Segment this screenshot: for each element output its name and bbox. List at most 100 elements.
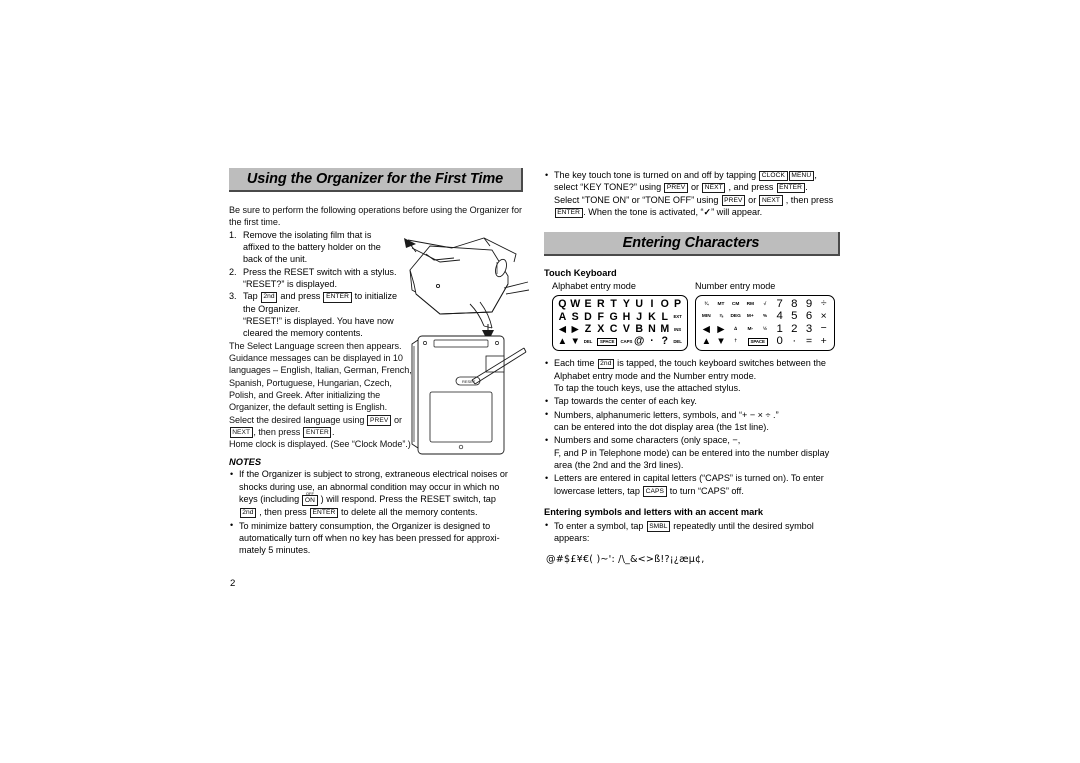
kb-num-key-deg[interactable]: DEG bbox=[730, 314, 740, 319]
kb-num-key-dagger-icon[interactable]: † bbox=[734, 339, 737, 344]
kb-key-u[interactable]: U bbox=[635, 299, 643, 310]
kb-key-e[interactable]: E bbox=[584, 299, 591, 310]
kb-num-key-decimal[interactable]: · bbox=[792, 335, 796, 347]
symbol-string: @#$£¥€( )~': /\_&<>ß!?¡¿æµ¢, bbox=[546, 554, 705, 566]
kb-num-key-cm[interactable]: CM bbox=[732, 302, 739, 307]
note2-line-2: automatically turn off when no key has b… bbox=[239, 532, 500, 543]
kb-key-down-arrow-icon[interactable]: ▼ bbox=[570, 337, 580, 347]
kb-num-key-percent[interactable]: % bbox=[763, 314, 767, 319]
key-enter-language[interactable]: ENTER bbox=[303, 427, 332, 438]
kb-key-at[interactable]: @ bbox=[634, 336, 644, 347]
key-2nd-note[interactable]: 2nd bbox=[239, 507, 257, 519]
kb-key-w[interactable]: W bbox=[570, 299, 580, 310]
kb-num-key-space[interactable]: SPACE bbox=[747, 337, 768, 346]
key-2nd[interactable]: 2nd bbox=[260, 291, 278, 303]
key-next-tone[interactable]: NEXT bbox=[702, 182, 726, 194]
kb-num-key-4[interactable]: 4 bbox=[776, 310, 782, 322]
kb-num-key-minus[interactable]: − bbox=[821, 323, 827, 334]
kb-key-del-left[interactable]: DEL bbox=[584, 339, 593, 344]
kb-num-key-8[interactable]: 8 bbox=[791, 298, 797, 310]
kb-num-key-up-arrow-icon[interactable]: ▲ bbox=[702, 337, 712, 347]
kb-num-key-rm[interactable]: RM bbox=[747, 302, 754, 307]
kb-num-key-2[interactable]: 2 bbox=[791, 323, 797, 335]
kb-num-key-frac3[interactable]: ½ bbox=[763, 327, 767, 332]
kb-key-c[interactable]: C bbox=[610, 324, 618, 335]
kb-key-up-arrow-icon[interactable]: ▲ bbox=[558, 337, 568, 347]
kb-num-key-left-arrow-icon[interactable]: ◀ bbox=[703, 324, 710, 335]
kb-key-right-arrow-icon[interactable]: ▶ bbox=[572, 324, 579, 335]
kb-num-key-delta-icon[interactable]: ∆ bbox=[734, 327, 737, 332]
keytone-line-1-prefix: The key touch tone is turned on and off … bbox=[554, 170, 759, 180]
kb-num-key-plus[interactable]: + bbox=[821, 336, 827, 347]
alphabet-keyboard-frame[interactable]: Q W E R T Y U I O P A S D F G H J K L EX… bbox=[552, 294, 688, 352]
touch-keyboard-diagrams: Alphabet entry mode Q W E R T Y U I O P … bbox=[544, 281, 840, 352]
kb-num-key-mminus[interactable]: M- bbox=[748, 327, 754, 332]
kb-num-key-divide[interactable]: ÷ bbox=[821, 298, 827, 309]
kb-num-key-multiply[interactable]: × bbox=[821, 311, 827, 322]
kb-num-key-sqrt-icon[interactable]: √ bbox=[764, 302, 767, 307]
key-prev-tone[interactable]: PREV bbox=[664, 182, 688, 194]
kb-num-key-9[interactable]: 9 bbox=[806, 298, 812, 310]
kb-key-g[interactable]: G bbox=[609, 312, 617, 323]
kb-key-b[interactable]: B bbox=[635, 324, 643, 335]
kb-num-key-1[interactable]: 1 bbox=[776, 323, 782, 335]
kb-key-o[interactable]: O bbox=[661, 299, 669, 310]
key-next-tone-2[interactable]: NEXT bbox=[759, 195, 783, 206]
kb-num-key-equals[interactable]: = bbox=[806, 336, 812, 347]
key-prev[interactable]: PREV bbox=[367, 415, 391, 426]
key-menu[interactable]: MENU bbox=[788, 170, 814, 182]
kb-key-r[interactable]: R bbox=[597, 299, 605, 310]
kb-key-j[interactable]: J bbox=[636, 312, 642, 323]
kb-key-ins[interactable]: INS bbox=[674, 327, 681, 332]
bullet-symbol-entry: To enter a symbol, tap SMBL repeatedly u… bbox=[544, 519, 840, 545]
number-keyboard-frame[interactable]: ¾ MT CM RM √ 7 8 9 ÷ MIN ⅞ DEG M+ % 4 5 … bbox=[695, 294, 835, 352]
kb-num-key-min[interactable]: MIN bbox=[702, 314, 711, 319]
kb-num-key-7[interactable]: 7 bbox=[776, 298, 782, 310]
kb-key-z[interactable]: Z bbox=[585, 324, 591, 335]
kb-key-del-right[interactable]: DEL bbox=[673, 339, 682, 344]
key-prev-tone-2[interactable]: PREV bbox=[721, 195, 746, 206]
kb-key-m[interactable]: M bbox=[660, 324, 669, 335]
kb-num-key-5[interactable]: 5 bbox=[791, 310, 797, 322]
kb-key-n[interactable]: N bbox=[648, 324, 656, 335]
kb-key-i[interactable]: I bbox=[651, 299, 654, 310]
kb-key-caps[interactable]: CAPS bbox=[620, 339, 632, 344]
kb-key-q[interactable]: Q bbox=[558, 299, 566, 310]
key-enter-tone[interactable]: ENTER bbox=[776, 182, 805, 194]
kb-key-p[interactable]: P bbox=[674, 299, 681, 310]
kb-num-key-down-arrow-icon[interactable]: ▼ bbox=[716, 337, 726, 347]
kb-key-space[interactable]: SPACE bbox=[597, 337, 618, 346]
kb-num-key-3[interactable]: 3 bbox=[806, 323, 812, 335]
kb-key-d[interactable]: D bbox=[584, 312, 592, 323]
kb-key-ext[interactable]: EXT bbox=[673, 314, 681, 319]
key-enter-note[interactable]: ENTER bbox=[309, 507, 338, 519]
key-on-off[interactable]: OFF ON bbox=[302, 491, 318, 507]
kb-key-a[interactable]: A bbox=[559, 312, 567, 323]
kb-key-y[interactable]: Y bbox=[623, 299, 630, 310]
kb-key-h[interactable]: H bbox=[623, 312, 631, 323]
kb-key-f[interactable]: F bbox=[598, 312, 604, 323]
kb-key-question[interactable]: ? bbox=[662, 336, 668, 347]
key-caps[interactable]: CAPS bbox=[643, 486, 667, 497]
key-enter[interactable]: ENTER bbox=[323, 291, 352, 303]
key-2nd-toggle[interactable]: 2nd bbox=[597, 358, 615, 370]
kb-num-key-mplus[interactable]: M+ bbox=[747, 314, 754, 319]
kb-key-s[interactable]: S bbox=[572, 312, 579, 323]
key-clock[interactable]: CLOCK bbox=[759, 170, 788, 182]
kb-key-l[interactable]: L bbox=[662, 312, 668, 323]
key-smbl[interactable]: SMBL bbox=[646, 521, 671, 532]
kb-num-key-frac2[interactable]: ⅞ bbox=[719, 314, 723, 319]
kb-key-x[interactable]: X bbox=[597, 324, 604, 335]
kb-num-key-right-arrow-icon[interactable]: ▶ bbox=[717, 324, 724, 335]
kb-num-key-0[interactable]: 0 bbox=[776, 335, 782, 347]
key-next[interactable]: NEXT bbox=[229, 427, 253, 438]
key-enter-tone-2[interactable]: ENTER bbox=[554, 207, 583, 219]
kb-key-k[interactable]: K bbox=[648, 312, 656, 323]
kb-num-key-mt[interactable]: MT bbox=[718, 302, 725, 307]
kb-key-t[interactable]: T bbox=[610, 299, 616, 310]
kb-key-period[interactable]: · bbox=[650, 336, 654, 347]
kb-key-v[interactable]: V bbox=[623, 324, 630, 335]
kb-num-key-6[interactable]: 6 bbox=[806, 310, 812, 322]
kb-num-key-frac1[interactable]: ¾ bbox=[704, 302, 708, 307]
kb-key-left-arrow-icon[interactable]: ◀ bbox=[559, 324, 566, 335]
